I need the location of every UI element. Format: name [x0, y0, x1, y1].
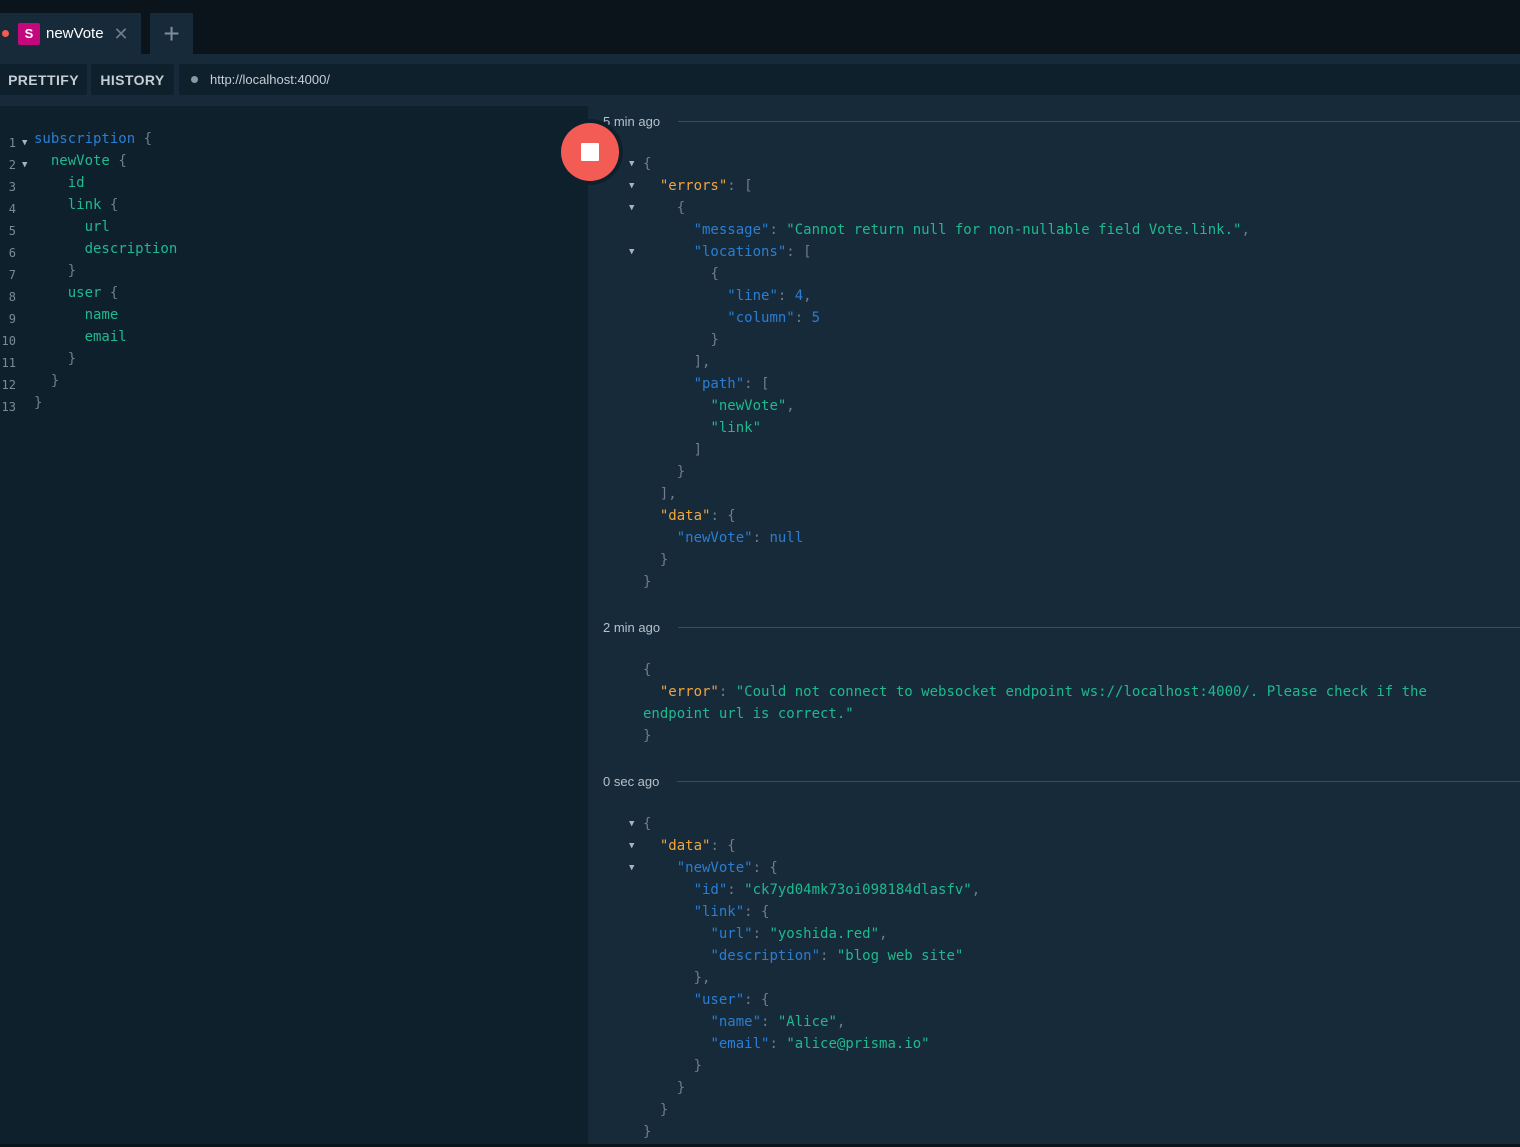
code-line: url [84, 219, 110, 235]
close-icon[interactable]: ✕ [114, 25, 129, 43]
fold-arrow-icon[interactable]: ▼ [22, 132, 27, 154]
line-number: 3 [8, 180, 16, 194]
result-json-2: { "error": "Could not connect to websock… [643, 662, 1427, 744]
code-line: } [50, 373, 60, 389]
fold-arrow-icon[interactable]: ▼ [629, 241, 634, 263]
result-timestamp: 5 min ago [603, 114, 1520, 129]
line-number: 10 [1, 334, 16, 348]
result-json-3: ▼{ ▼ "data": { ▼ "newVote": { "id": "ck7… [629, 813, 980, 1143]
new-tab-button[interactable]: + [150, 13, 193, 54]
fold-arrow-icon[interactable]: ▼ [629, 197, 634, 219]
code-line: user { [67, 285, 119, 301]
code-line: id [67, 175, 85, 191]
status-dot [191, 76, 198, 83]
results-pane[interactable]: 5 min ago ▼{ ▼ "errors": [ ▼ { "message"… [588, 106, 1520, 1147]
result-timestamp: 2 min ago [603, 620, 1520, 635]
line-number: 9 [8, 312, 16, 326]
fold-arrow-icon[interactable]: ▼ [629, 813, 634, 835]
code-line: newVote { [50, 153, 127, 169]
fold-arrow-icon[interactable]: ▼ [22, 154, 27, 176]
line-number: 2 ▼ [0, 154, 34, 176]
fold-arrow-icon[interactable]: ▼ [629, 835, 634, 857]
line-number: 1 ▼ [0, 132, 34, 154]
tab-title: newVote [46, 25, 104, 42]
query-code[interactable]: subscription { newVote { id link { url d… [34, 128, 177, 414]
subscription-badge: S [18, 22, 40, 45]
line-number: 5 [8, 224, 16, 238]
code-line: description [84, 241, 178, 257]
code-line: } [34, 395, 43, 411]
result-timestamp: 0 sec ago [603, 774, 1520, 789]
unsaved-indicator [2, 30, 9, 37]
line-number: 12 [1, 378, 16, 392]
code-line: link { [67, 197, 119, 213]
code-line: email [84, 329, 127, 345]
endpoint-url-input[interactable] [208, 71, 1412, 88]
endpoint-bar [179, 64, 1520, 95]
code-line: subscription { [34, 131, 153, 147]
stop-button-circle [561, 123, 619, 181]
prettify-button[interactable]: PRETTIFY [0, 64, 87, 95]
fold-arrow-icon[interactable]: ▼ [629, 153, 634, 175]
line-number: 6 [8, 246, 16, 260]
query-editor[interactable]: 1 ▼ 2 ▼ 3 4 5 6 7 8 9 10 11 12 13 subscrip… [0, 106, 588, 1147]
tab-newvote[interactable]: S newVote ✕ [0, 13, 141, 54]
line-gutter: 1 ▼ 2 ▼ 3 4 5 6 7 8 9 10 11 12 13 [0, 132, 34, 418]
code-line: name [84, 307, 119, 323]
code-line: } [67, 351, 77, 367]
line-number: 7 [8, 268, 16, 282]
fold-arrow-icon[interactable]: ▼ [629, 857, 634, 879]
stop-subscription-button[interactable] [557, 119, 623, 185]
tab-bar: S newVote ✕ + [0, 0, 1520, 54]
toolbar: PRETTIFY HISTORY [0, 54, 1520, 106]
stop-icon [581, 143, 599, 161]
history-button[interactable]: HISTORY [91, 64, 174, 95]
line-number: 13 [1, 400, 16, 414]
result-json-1: ▼{ ▼ "errors": [ ▼ { "message": "Cannot … [629, 153, 1250, 593]
line-number: 11 [1, 356, 16, 370]
line-number: 8 [8, 290, 16, 304]
line-number: 4 [8, 202, 16, 216]
fold-arrow-icon[interactable]: ▼ [629, 175, 634, 197]
code-line: } [67, 263, 77, 279]
